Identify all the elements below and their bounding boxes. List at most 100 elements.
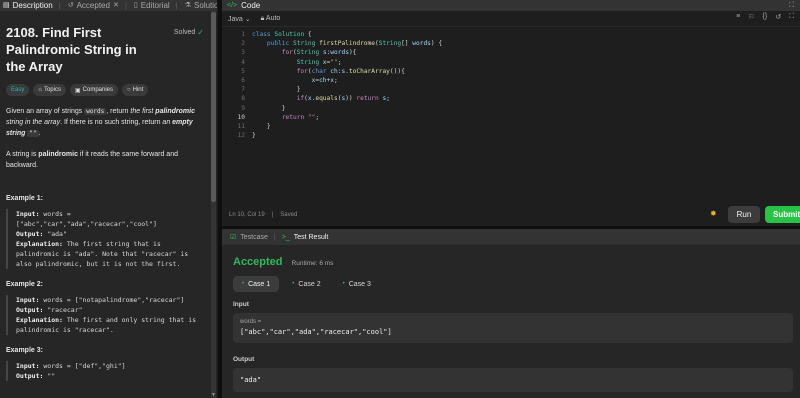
editor-toolbar: Java ⌄ 🔒︎ Auto ≡ ⚐ {} ↺ ⛶ (222, 11, 800, 27)
code-line[interactable]: 2 public String firstPalindrome(String[]… (222, 39, 800, 48)
reset-icon[interactable]: ↺ (775, 13, 781, 21)
save-status: Saved (280, 211, 298, 218)
code-text[interactable]: } (245, 122, 271, 131)
case-tab-2[interactable]: • Case 2 (283, 276, 329, 292)
code-line[interactable]: 5 for(char ch:s.toCharArray()){ (222, 67, 800, 76)
example-heading: Example 1: (6, 195, 43, 202)
input-box: words = ["abc","car","ada","racecar","co… (233, 313, 793, 343)
code-text[interactable]: if(x.equals(s)) return s; (245, 94, 390, 103)
code-text[interactable]: x=ch+x; (245, 76, 338, 85)
code-icon: </> (227, 2, 238, 9)
close-icon[interactable]: ✕ (113, 0, 119, 11)
maximize-icon[interactable]: ⛶ (789, 0, 794, 11)
language-select[interactable]: Java ⌄ (228, 15, 251, 23)
problem-title[interactable]: 2108. Find First Palindromic String in t… (6, 24, 156, 75)
history-icon: ↺ (67, 2, 74, 9)
case-tabs: • Case 1 • Case 2 • Case 3 (233, 276, 380, 292)
case-tab-3[interactable]: • Case 3 (334, 276, 380, 292)
code-text[interactable]: for(String s:words){ (245, 48, 357, 57)
difficulty-badge: Easy (6, 84, 30, 96)
scrollbar-thumb[interactable] (211, 12, 216, 202)
example-heading: Example 3: (6, 347, 43, 354)
example-box: Input: words = ["def","ghi"] Output: "" (6, 361, 204, 381)
description-icon: ▤ (3, 2, 10, 9)
line-number: 11 (237, 122, 245, 130)
chevron-down-icon: ⌄ (244, 15, 251, 23)
code-text[interactable]: class Solution { (245, 30, 312, 39)
check-circle-icon: ✓ (197, 28, 204, 37)
line-number: 1 (241, 31, 245, 38)
problem-tags: Easy ⌂ Topics ▣ Companies ○ Hint (6, 84, 204, 96)
code-line[interactable]: 7 } (222, 85, 800, 94)
code-editor[interactable]: 1 class Solution {2 public String firstPa… (222, 30, 800, 200)
problem-description: 2108. Find First Palindromic String in t… (0, 12, 210, 398)
braces-icon[interactable]: {} (763, 13, 768, 21)
pass-dot-icon: • (242, 281, 245, 287)
tab-divider: | (58, 1, 61, 10)
code-line[interactable]: 11 } (222, 122, 800, 131)
description-scrollbar[interactable]: ▼ (211, 10, 216, 398)
code-text[interactable]: } (245, 85, 301, 94)
code-line[interactable]: 4 String x=""; (222, 58, 800, 67)
code-text[interactable]: String x=""; (245, 58, 342, 67)
tag-icon: ⌂ (38, 87, 42, 93)
output-value: "ada" (240, 376, 262, 384)
hint-button[interactable]: ○ Hint (122, 84, 149, 96)
line-number: 8 (241, 95, 245, 103)
tab-testcase[interactable]: Testcase (240, 234, 268, 241)
code-line[interactable]: 1 class Solution { (222, 30, 800, 39)
cursor-position: Ln 10, Col 19 (229, 211, 265, 218)
pass-dot-icon: • (292, 281, 295, 287)
editor-status-bar: Ln 10, Col 19 | Saved ✸ Run Submit (222, 203, 800, 226)
lightbulb-icon: ○ (127, 87, 131, 93)
terminal-icon: >_ (281, 233, 290, 241)
flask-icon: ⚗ (184, 2, 192, 9)
input-label: Input (233, 301, 249, 308)
code-text[interactable]: } (245, 104, 286, 113)
fullscreen-icon[interactable]: ⛶ (789, 13, 794, 21)
input-value: ["abc","car","ada","racecar","cool"] (240, 328, 392, 336)
runtime-text: Runtime: 6 ms (291, 260, 334, 267)
code-line[interactable]: 9 } (222, 104, 800, 113)
solved-badge: Solved ✓ (173, 28, 204, 37)
tab-test-result[interactable]: Test Result (294, 234, 329, 241)
code-line[interactable]: 10 return ""; (222, 113, 800, 122)
code-text[interactable]: for(char ch:s.toCharArray()){ (245, 67, 405, 76)
bookmark-icon[interactable]: ⚐ (748, 13, 754, 21)
description-panel: ▤ Description | ↺ Accepted ✕ | ▯ Editori… (0, 0, 218, 398)
code-line[interactable]: 6 x=ch+x; (222, 76, 800, 85)
tab-divider: | (124, 1, 127, 10)
code-line[interactable]: 8 if(x.equals(s)) return s; (222, 94, 800, 103)
input-variable: words = (240, 319, 262, 325)
tab-editorial[interactable]: ▯ Editorial | (134, 0, 178, 11)
code-panel-title: Code (241, 1, 261, 10)
companies-button[interactable]: ▣ Companies (69, 84, 119, 96)
example-box: Input: words = ["abc","car","ada","racec… (6, 209, 204, 269)
topics-button[interactable]: ⌂ Topics (33, 84, 66, 96)
checkbox-icon: ☑ (230, 234, 237, 241)
line-number: 6 (241, 76, 245, 84)
book-icon: ▯ (133, 2, 138, 9)
scroll-down-icon[interactable]: ▼ (211, 392, 216, 398)
tab-description[interactable]: ▤ Description | (3, 0, 61, 11)
code-text[interactable]: } (245, 131, 256, 140)
case-tab-1[interactable]: • Case 1 (233, 276, 280, 292)
code-line[interactable]: 3 for(String s:words){ (222, 48, 800, 57)
lock-icon: 🔒︎ (260, 14, 265, 22)
run-button[interactable]: Run (728, 206, 760, 223)
code-line[interactable]: 12} (222, 131, 800, 140)
debug-icon[interactable]: ✸ (710, 209, 717, 218)
auto-mode-toggle[interactable]: 🔒︎ Auto (261, 15, 281, 23)
palindrome-definition: A string is palindromic if it reads the … (6, 151, 178, 169)
line-number: 5 (241, 67, 245, 75)
submit-button[interactable]: Submit (765, 206, 800, 223)
tab-accepted[interactable]: ↺ Accepted ✕ | (68, 0, 127, 11)
line-number: 12 (237, 132, 245, 140)
code-text[interactable]: return ""; (245, 113, 319, 122)
code-text[interactable]: public String firstPalindrome(String[] w… (245, 39, 442, 48)
verdict-text: Accepted (233, 256, 283, 268)
format-icon[interactable]: ≡ (736, 13, 740, 21)
tab-divider: | (273, 233, 276, 241)
divider: | (271, 211, 274, 218)
line-number: 7 (241, 86, 245, 94)
